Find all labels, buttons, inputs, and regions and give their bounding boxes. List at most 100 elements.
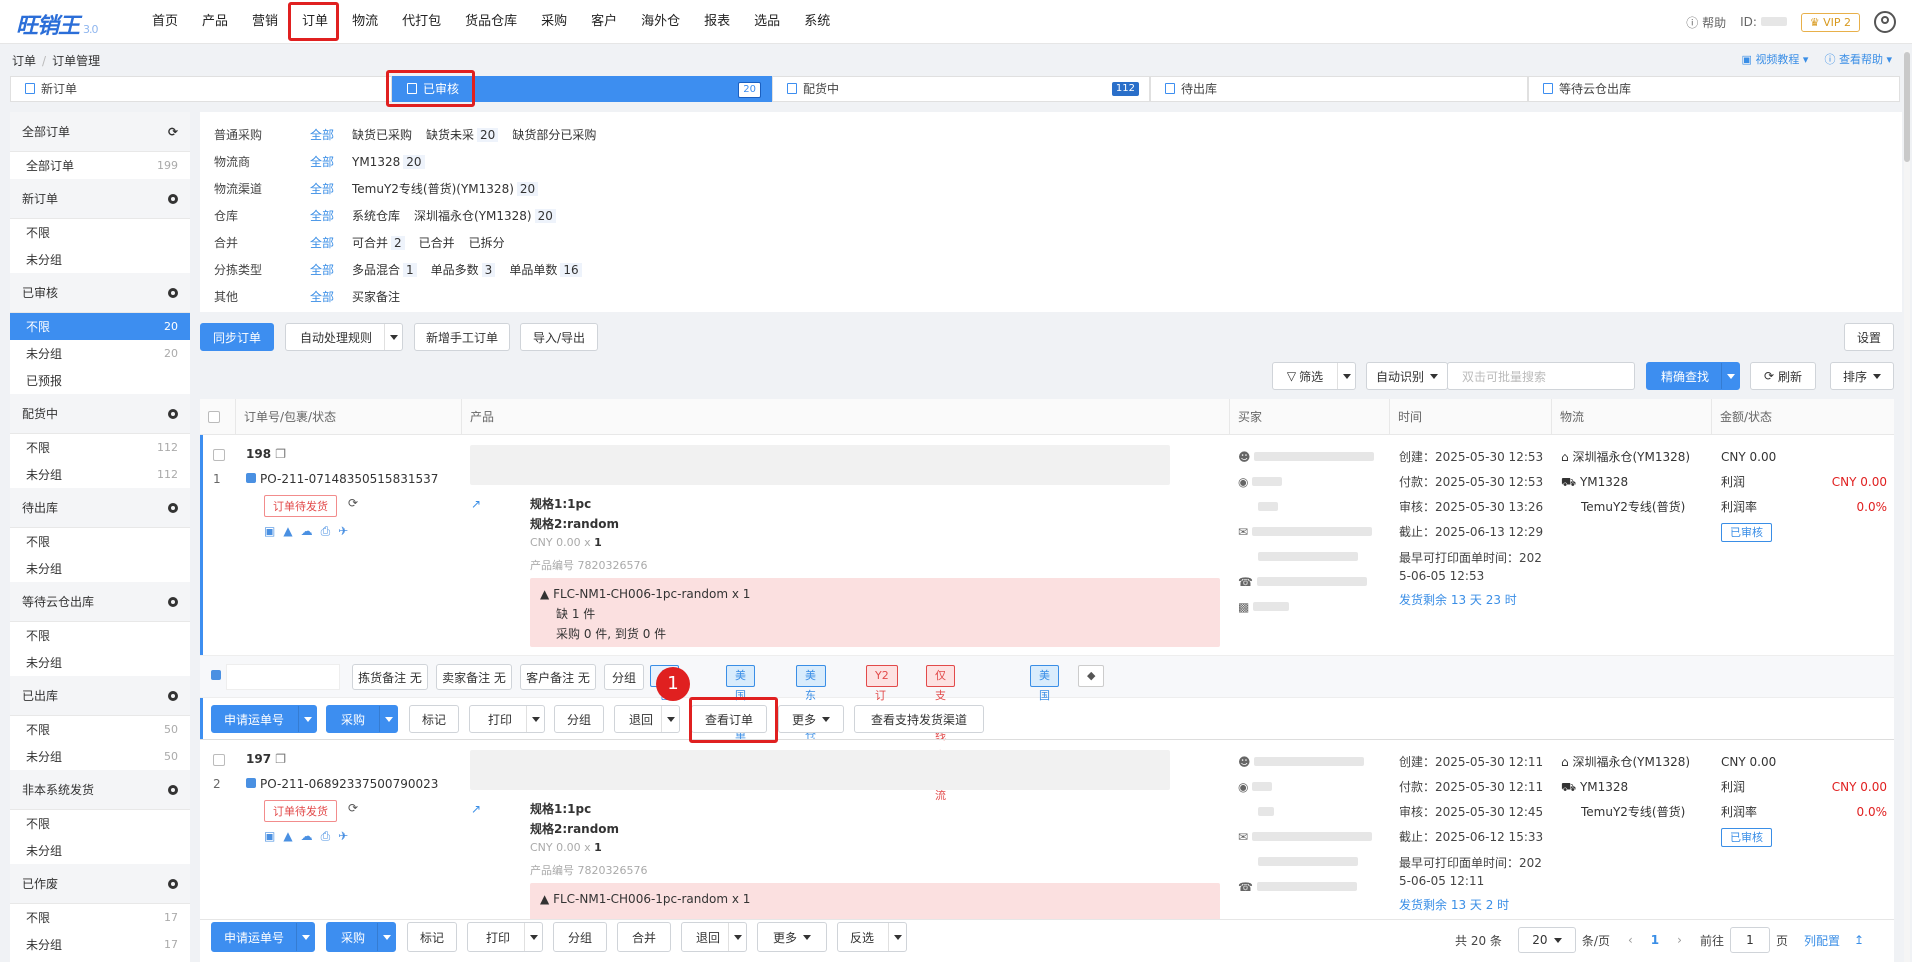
refresh-button[interactable]: ⟳ 刷新: [1750, 362, 1816, 390]
copy-icon[interactable]: ❐: [275, 447, 286, 461]
row-checkbox[interactable]: [213, 754, 225, 766]
purchase-button[interactable]: 采购: [326, 705, 398, 733]
bulk-purchase-button[interactable]: 采购: [326, 922, 396, 952]
action-icons[interactable]: ▣▲☁⎙✈: [264, 524, 356, 539]
external-link-icon[interactable]: ↗: [471, 802, 481, 816]
seller-note[interactable]: 卖家备注 无: [436, 664, 512, 690]
sidebar-item[interactable]: 不限 50: [10, 716, 190, 743]
goto-page-input[interactable]: 1: [1729, 927, 1770, 953]
sidebar-group-header[interactable]: 非本系统发货: [10, 770, 190, 810]
filter-option[interactable]: 系统仓库: [352, 207, 400, 224]
filter-option[interactable]: 可合并 2: [352, 234, 405, 251]
sidebar-group-header[interactable]: 新订单: [10, 179, 190, 219]
sidebar-item[interactable]: 不限: [10, 219, 190, 246]
nav-item[interactable]: 代打包: [390, 0, 453, 44]
group-note[interactable]: 分组: [604, 664, 644, 690]
filter-option[interactable]: TemuY2专线(普货)(YM1328) 20: [352, 180, 539, 197]
add-manual-order-button[interactable]: 新增手工订单: [414, 323, 510, 351]
crumb-orders[interactable]: 订单: [12, 54, 36, 68]
nav-item[interactable]: 客户: [579, 0, 629, 44]
buyer-note[interactable]: 客户备注 无: [520, 664, 596, 690]
order-tag[interactable]: 美国订单: [726, 665, 755, 742]
sidebar-item[interactable]: 不限: [10, 528, 190, 555]
filter-option[interactable]: 缺货部分已采购: [512, 126, 596, 143]
nav-item[interactable]: 采购: [529, 0, 579, 44]
return-button[interactable]: 退回: [614, 705, 680, 733]
import-export-button[interactable]: 导入/导出: [520, 323, 598, 351]
filter-all[interactable]: 全部: [310, 261, 352, 278]
nav-item[interactable]: 报表: [692, 0, 742, 44]
sidebar-group-header[interactable]: 等待云仓出库: [10, 582, 190, 622]
action-icons[interactable]: ▣▲☁⎙✈: [264, 829, 356, 844]
filter-all[interactable]: 全部: [310, 180, 352, 197]
sidebar-group-header[interactable]: 全部订单 ⟳: [10, 112, 190, 152]
gear-icon[interactable]: [168, 502, 178, 513]
sidebar-item[interactable]: 未分组: [10, 649, 190, 676]
more-button[interactable]: 更多: [778, 705, 844, 733]
sidebar-item[interactable]: 未分组 112: [10, 461, 190, 488]
copy-icon[interactable]: ❐: [275, 752, 286, 766]
filter-all[interactable]: 全部: [310, 207, 352, 224]
filter-all[interactable]: 全部: [310, 234, 352, 251]
pick-note[interactable]: 拣货备注 无: [352, 664, 428, 690]
nav-item[interactable]: 首页: [140, 0, 190, 44]
filter-option[interactable]: 缺货已采购: [352, 126, 412, 143]
nav-item[interactable]: 选品: [742, 0, 792, 44]
bulk-merge-button[interactable]: 合并: [617, 922, 671, 952]
sidebar-item[interactable]: 不限: [10, 622, 190, 649]
group-button[interactable]: 分组: [554, 705, 604, 733]
step-cloud-out[interactable]: 等待云仓出库: [1528, 76, 1900, 102]
gear-icon[interactable]: [168, 784, 178, 795]
bulk-mark-button[interactable]: 标记: [407, 922, 457, 952]
external-link-icon[interactable]: ↗: [471, 497, 481, 511]
filter-option[interactable]: 多品混合 1: [352, 261, 417, 278]
bulk-group-button[interactable]: 分组: [553, 922, 607, 952]
sidebar-item[interactable]: 已预报: [10, 367, 190, 394]
step-picking[interactable]: 配货中 112: [772, 76, 1150, 102]
select-all-checkbox[interactable]: [208, 411, 220, 423]
filter-option[interactable]: 买家备注: [352, 288, 400, 305]
filter-option[interactable]: YM1328 20: [352, 154, 425, 169]
sidebar-group-header[interactable]: 已作废: [10, 864, 190, 904]
back-to-top-icon[interactable]: ↥: [1854, 933, 1864, 947]
gear-icon[interactable]: [168, 408, 178, 419]
apply-waybill-button[interactable]: 申请运单号: [211, 705, 317, 733]
sidebar-item[interactable]: 不限 17: [10, 904, 190, 931]
settings-button[interactable]: 设置: [1844, 323, 1894, 351]
filter-all[interactable]: 全部: [310, 153, 352, 170]
sidebar-group-header[interactable]: 待出库: [10, 488, 190, 528]
bulk-more-button[interactable]: 更多: [757, 922, 827, 952]
sidebar-item[interactable]: 不限: [10, 810, 190, 837]
filter-all[interactable]: 全部: [310, 126, 352, 143]
note-input[interactable]: [226, 664, 340, 690]
prev-page-icon[interactable]: ‹: [1628, 933, 1633, 947]
mark-button[interactable]: 标记: [409, 705, 459, 733]
app-logo[interactable]: 旺销王 3.0: [16, 8, 98, 40]
gear-icon[interactable]: [168, 287, 178, 298]
order-tag[interactable]: Y2订单: [866, 665, 898, 722]
filter-option[interactable]: 缺货未采 20: [426, 126, 499, 143]
avatar[interactable]: [1874, 11, 1896, 33]
step-pending-out[interactable]: 待出库: [1150, 76, 1528, 102]
sidebar-group-header[interactable]: 已出库: [10, 676, 190, 716]
print-button[interactable]: 打印: [469, 705, 545, 733]
sidebar-item[interactable]: 未分组: [10, 246, 190, 273]
help-link[interactable]: ⓘ 帮助: [1686, 14, 1726, 31]
step-new-order[interactable]: 新订单: [10, 76, 392, 102]
refresh-icon[interactable]: ⟳: [168, 125, 178, 139]
sidebar-item[interactable]: 不限 112: [10, 434, 190, 461]
sync-orders-button[interactable]: 同步订单: [200, 323, 274, 351]
sidebar-item[interactable]: 不限 20: [10, 313, 190, 340]
gear-icon[interactable]: [168, 193, 178, 204]
order-tag[interactable]: 美国: [1030, 665, 1059, 702]
next-page-icon[interactable]: ›: [1677, 933, 1682, 947]
sidebar-item[interactable]: 未分组 17: [10, 931, 190, 958]
sidebar-item[interactable]: 未分组: [10, 837, 190, 864]
precise-search-button[interactable]: 精确查找: [1646, 362, 1740, 390]
filter-option[interactable]: 单品多数 3: [431, 261, 496, 278]
gear-icon[interactable]: [168, 878, 178, 889]
column-config-link[interactable]: 列配置: [1804, 932, 1840, 949]
sidebar-group-header[interactable]: 配货中: [10, 394, 190, 434]
bulk-return-button[interactable]: 退回: [681, 922, 747, 952]
sidebar-group-header[interactable]: 已审核: [10, 273, 190, 313]
